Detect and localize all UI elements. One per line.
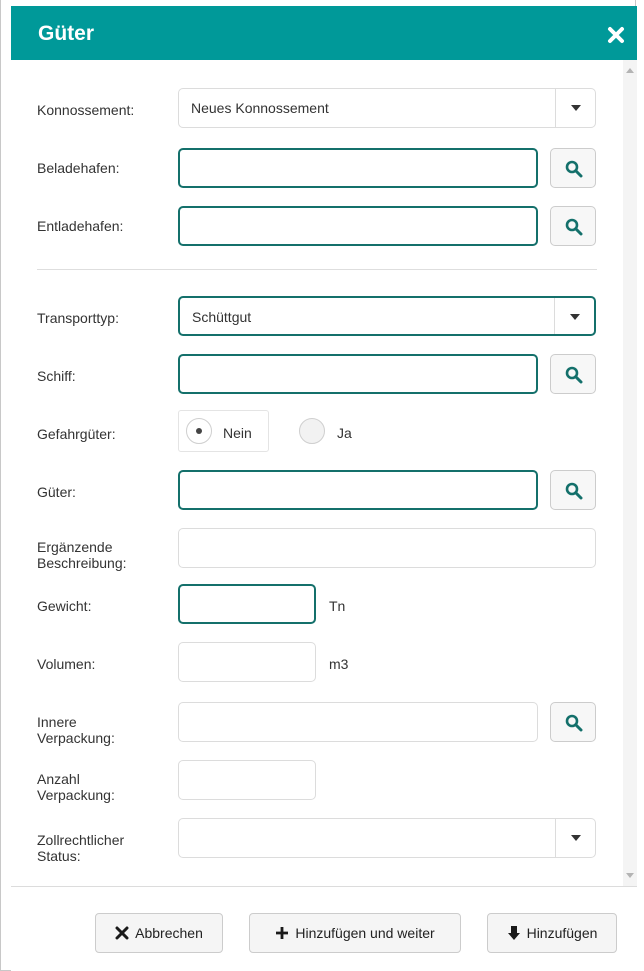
search-icon — [565, 160, 583, 178]
innere-verpackung-input[interactable] — [178, 702, 538, 742]
gueter-search-button[interactable] — [550, 470, 596, 510]
schiff-input[interactable] — [178, 354, 538, 394]
cancel-button-label: Abbrechen — [135, 925, 203, 941]
volumen-label: Volumen: — [37, 656, 96, 672]
search-icon — [565, 714, 583, 732]
cancel-button[interactable]: Abbrechen — [95, 913, 223, 953]
scroll-up-arrow-icon[interactable] — [626, 68, 634, 73]
entladehafen-search-button[interactable] — [550, 206, 596, 246]
zollstatus-label-line2: Status: — [37, 848, 81, 864]
plus-icon — [276, 927, 289, 939]
gueter-input[interactable] — [178, 470, 538, 510]
gefahrgueter-nein-radio[interactable] — [186, 418, 212, 444]
gefahrgueter-ja-label[interactable]: Ja — [337, 425, 352, 441]
gueter-dialog: Güter Konnossement: Neues Konnossement B… — [0, 0, 637, 971]
schiff-label: Schiff: — [37, 368, 76, 384]
innere-verpackung-label-line1: Innere — [37, 714, 77, 730]
beladehafen-input[interactable] — [178, 148, 538, 188]
transporttyp-value: Schüttgut — [192, 309, 252, 325]
anzahl-verpackung-label-line1: Anzahl — [37, 771, 80, 787]
schiff-search-button[interactable] — [550, 354, 596, 394]
vertical-scrollbar[interactable] — [623, 60, 637, 886]
add-and-continue-button-label: Hinzufügen und weiter — [295, 925, 435, 941]
beladehafen-label: Beladehafen: — [37, 160, 120, 176]
transporttyp-label: Transporttyp: — [37, 310, 119, 326]
beladehafen-search-button[interactable] — [550, 148, 596, 188]
beschreibung-input[interactable] — [178, 528, 596, 568]
x-icon — [115, 926, 129, 940]
zollstatus-label-line1: Zollrechtlicher — [37, 832, 125, 848]
search-icon — [565, 366, 583, 384]
gefahrgueter-ja-radio[interactable] — [299, 418, 325, 444]
dialog-header: Güter — [11, 6, 637, 60]
entladehafen-input[interactable] — [178, 206, 538, 246]
gewicht-unit: Tn — [329, 598, 346, 614]
anzahl-verpackung-label-line2: Verpackung: — [37, 787, 115, 803]
add-button-label: Hinzufügen — [526, 925, 598, 941]
gewicht-input[interactable] — [178, 584, 316, 624]
anzahl-verpackung-input[interactable] — [178, 760, 316, 800]
chevron-down-icon[interactable] — [555, 89, 595, 127]
gefahrgueter-nein-label[interactable]: Nein — [223, 425, 252, 441]
zollstatus-select[interactable] — [178, 818, 596, 858]
beschreibung-label-line1: Ergänzende — [37, 539, 113, 555]
volumen-input[interactable] — [178, 642, 316, 682]
close-icon[interactable] — [607, 26, 627, 46]
gewicht-label: Gewicht: — [37, 598, 92, 614]
gueter-label: Güter: — [37, 484, 76, 500]
section-divider — [37, 269, 597, 270]
add-button[interactable]: Hinzufügen — [487, 913, 617, 953]
chevron-down-icon[interactable] — [554, 298, 594, 334]
search-icon — [565, 218, 583, 236]
entladehafen-label: Entladehafen: — [37, 218, 124, 234]
innere-verpackung-label-line2: Verpackung: — [37, 730, 115, 746]
add-and-continue-button[interactable]: Hinzufügen und weiter — [249, 913, 461, 953]
dialog-body: Konnossement: Neues Konnossement Beladeh… — [11, 60, 623, 886]
search-icon — [565, 482, 583, 500]
konnossement-label: Konnossement: — [37, 102, 135, 118]
transporttyp-select[interactable]: Schüttgut — [178, 296, 596, 336]
innere-verpackung-search-button[interactable] — [550, 702, 596, 742]
scroll-down-arrow-icon[interactable] — [626, 873, 634, 878]
chevron-down-icon[interactable] — [555, 819, 595, 857]
konnossement-select[interactable]: Neues Konnossement — [178, 88, 596, 128]
beschreibung-label-line2: Beschreibung: — [37, 555, 127, 571]
volumen-unit: m3 — [329, 656, 349, 672]
dialog-title: Güter — [38, 22, 95, 45]
gefahrgueter-label: Gefahrgüter: — [37, 426, 116, 442]
konnossement-value: Neues Konnossement — [191, 100, 329, 116]
dialog-footer: Abbrechen Hinzufügen und weiter Hinzufüg… — [11, 886, 637, 971]
download-arrow-icon — [507, 926, 520, 940]
